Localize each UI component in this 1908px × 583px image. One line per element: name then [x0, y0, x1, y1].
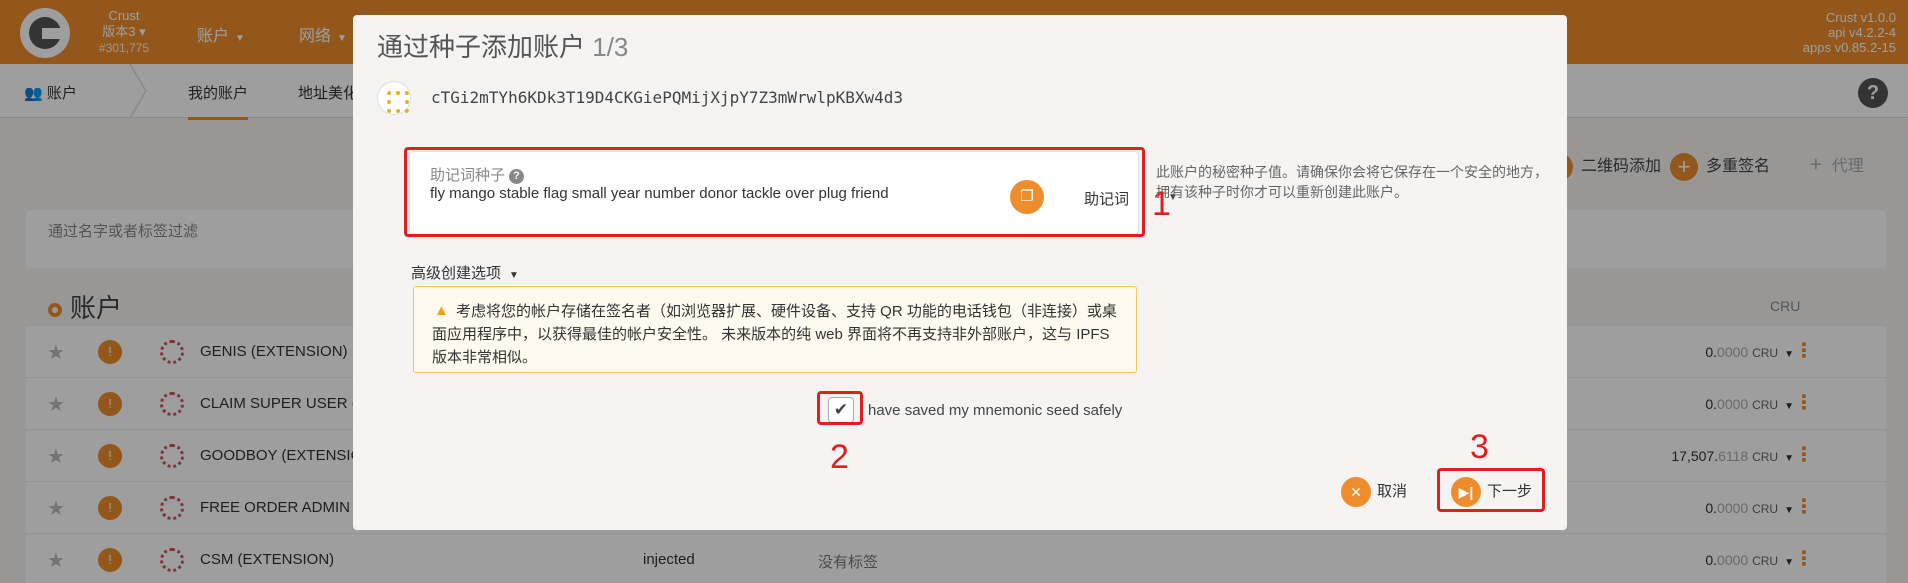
add-account-modal: 通过种子添加账户 1/3 cTGi2mTYh6KDk3T19D4CKGiePQM… — [353, 15, 1567, 530]
annotation-box-1 — [404, 147, 1145, 237]
annotation-number-3: 3 — [1470, 428, 1489, 466]
seed-hint: 此账户的秘密种子值。请确保你会将它保存在一个安全的地方，拥有该种子时你才可以重新… — [1156, 164, 1548, 200]
annotation-number-1: 1 — [1152, 185, 1171, 223]
account-address: cTGi2mTYh6KDk3T19D4CKGiePQMijXjpY7Z3mWrw… — [431, 88, 904, 107]
saved-seed-label[interactable]: have saved my mnemonic seed safely — [868, 402, 1122, 419]
warning-text: 考虑将您的帐户存储在签名者（如浏览器扩展、硬件设备、支持 QR 功能的电话钱包（… — [432, 303, 1117, 366]
annotation-number-2: 2 — [830, 438, 849, 476]
modal-title: 通过种子添加账户 1/3 — [377, 32, 629, 62]
close-icon: ✕ — [1341, 477, 1371, 507]
annotation-box-3 — [1437, 468, 1545, 512]
caret-down-icon: ▼ — [509, 270, 519, 281]
modal-step: 1/3 — [592, 32, 629, 62]
annotation-box-2 — [817, 391, 863, 425]
cancel-button[interactable]: ✕ 取消 — [1341, 477, 1407, 507]
security-warning: ▲ 考虑将您的帐户存储在签名者（如浏览器扩展、硬件设备、支持 QR 功能的电话钱… — [413, 286, 1137, 373]
account-identicon[interactable] — [377, 81, 411, 115]
advanced-options-toggle[interactable]: 高级创建选项 ▼ — [411, 262, 519, 283]
